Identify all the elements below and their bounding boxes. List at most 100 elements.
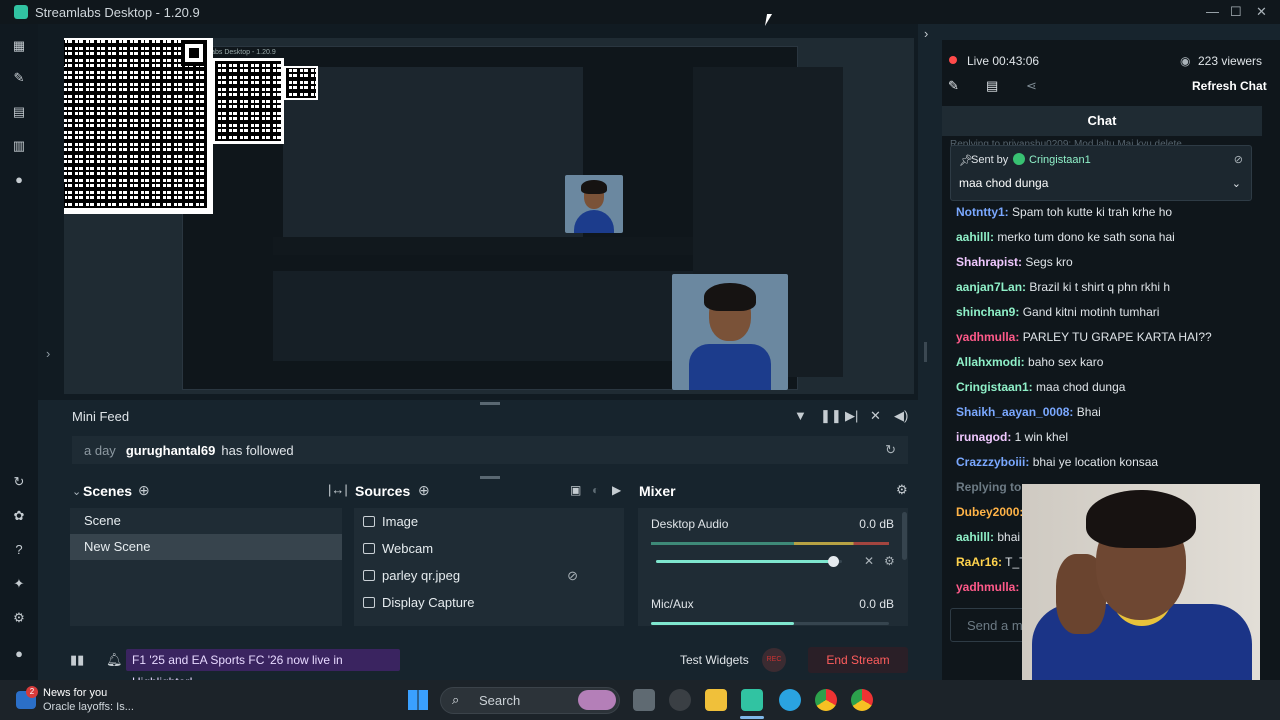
refresh-chat-button[interactable]: Refresh Chat — [1192, 79, 1267, 93]
stream-preview[interactable]: Streamlabs Desktop - 1.20.9 — [64, 38, 914, 394]
chat-username[interactable]: Dubey2000: — [956, 505, 1023, 519]
qr-code-image-3 — [284, 66, 318, 100]
scene-transitions-icon[interactable]: |↔| — [328, 482, 348, 497]
alert-box-icon[interactable]: ✿ — [11, 508, 27, 524]
mixer-settings-icon[interactable]: ⚙ — [896, 482, 908, 498]
chrome-profile-icon[interactable] — [851, 689, 873, 711]
source-item[interactable]: Image — [354, 508, 624, 535]
chat-username[interactable]: yadhmulla: — [956, 330, 1019, 344]
source-item[interactable]: Webcam — [354, 535, 624, 562]
highlighter-icon[interactable]: ↻ — [11, 474, 27, 490]
search-highlight-icon — [578, 690, 616, 710]
feed-action: has followed — [221, 442, 294, 458]
chat-username[interactable]: Crazzzyboiii: — [956, 455, 1029, 469]
maximize-icon[interactable]: ☐ — [1230, 4, 1242, 20]
rec-button[interactable]: REC — [762, 648, 786, 672]
resize-handle-horizontal[interactable] — [480, 402, 500, 405]
edit-stream-icon[interactable]: ✎ — [948, 78, 959, 94]
pause-icon[interactable]: ❚❚ — [820, 408, 842, 424]
app-icon[interactable] — [669, 689, 691, 711]
collapse-scenes-icon[interactable]: ⌄ — [72, 485, 81, 498]
volume-icon[interactable]: ◀) — [894, 408, 908, 424]
add-scene-icon[interactable]: ⊕ — [138, 482, 150, 499]
chat-username[interactable]: yadhmulla: — [956, 580, 1019, 594]
chevron-right-icon[interactable]: › — [46, 346, 50, 361]
performance-icon[interactable]: ▮▮ — [70, 652, 84, 668]
windows-start-icon[interactable] — [408, 690, 428, 710]
filter-icon[interactable]: ▼ — [794, 408, 807, 423]
chat-text: Gand kitni motinh tumhari — [1022, 305, 1160, 319]
close-icon[interactable]: ✕ — [1256, 4, 1267, 20]
source-properties-icon[interactable]: ▶ — [612, 483, 621, 497]
chat-username[interactable]: irunagod: — [956, 430, 1011, 444]
chat-username[interactable]: Cringistaan1: — [956, 380, 1033, 394]
pinned-message[interactable]: 📌︎ Sent by Cringistaan1 ⊘ maa chod dunga… — [950, 145, 1252, 201]
share-icon[interactable]: ⋖ — [1026, 78, 1037, 94]
skip-icon[interactable]: ▶| — [845, 408, 858, 424]
collapse-chat-icon[interactable]: › — [924, 26, 928, 41]
scene-item-selected[interactable]: New Scene — [70, 534, 342, 560]
chat-username[interactable]: Shahrapist: — [956, 255, 1022, 269]
pinned-text: maa chod dunga — [959, 176, 1049, 190]
volume-slider-knob[interactable] — [828, 556, 839, 567]
chat-username[interactable]: RaAr16: — [956, 555, 1002, 569]
chat-username[interactable]: shinchan9: — [956, 305, 1019, 319]
chat-message: irunagod: 1 win khel — [950, 425, 1250, 450]
chat-message: Allahxmodi: baho sex karo — [950, 350, 1250, 375]
profile-icon[interactable]: ● — [11, 646, 27, 662]
mixer-scrollbar[interactable] — [902, 512, 907, 560]
add-source-icon[interactable]: ⊕ — [418, 482, 430, 499]
news-subtitle[interactable]: Oracle layoffs: Is... — [43, 701, 134, 713]
group-icon[interactable]: ▣ — [570, 483, 581, 497]
mute-alerts-icon[interactable]: ✕ — [870, 408, 881, 424]
visibility-hidden-icon[interactable]: ⊘ — [567, 562, 578, 589]
scene-item[interactable]: Scene — [70, 508, 342, 534]
remove-source-icon[interactable]: ◐ — [592, 483, 599, 497]
source-item[interactable]: Display Capture — [354, 589, 624, 616]
news-title[interactable]: News for you — [43, 687, 107, 699]
settings-icon[interactable]: ⚙ — [11, 610, 27, 626]
channel-name: Desktop Audio — [651, 517, 729, 531]
notification-bell-icon[interactable]: 🔔︎ — [106, 652, 123, 668]
themes-icon[interactable]: ✎ — [11, 70, 27, 86]
resize-handle-horizontal-2[interactable] — [480, 476, 500, 479]
chat-text: Bhai — [1076, 405, 1101, 419]
ai-icon[interactable]: ✦ — [11, 576, 27, 592]
chat-text: Segs kro — [1025, 255, 1073, 269]
task-view-icon[interactable] — [633, 689, 655, 711]
recordings-icon[interactable]: ● — [11, 172, 27, 188]
resize-handle[interactable] — [924, 342, 927, 362]
unpin-icon[interactable]: ⊘ — [1234, 153, 1243, 166]
chat-username[interactable]: aanjan7Lan: — [956, 280, 1026, 294]
streamlabs-taskbar-icon[interactable] — [741, 689, 763, 711]
expand-chevron-icon[interactable]: ⌄ — [1232, 177, 1241, 190]
chat-username[interactable]: aahilll: — [956, 530, 994, 544]
chat-username[interactable]: Shaikh_aayan_0008: — [956, 405, 1073, 419]
feed-user[interactable]: gurughantal69 — [126, 443, 216, 458]
mute-icon[interactable]: ✕ — [864, 554, 874, 568]
webcam-icon — [363, 543, 375, 554]
test-widgets-button[interactable]: Test Widgets — [680, 653, 749, 667]
editor-icon[interactable]: ▦ — [11, 38, 27, 54]
refresh-icon[interactable]: ↻ — [885, 442, 896, 458]
chrome-icon[interactable] — [815, 689, 837, 711]
dashboard-icon[interactable]: ▥ — [11, 138, 27, 154]
channel-settings-icon[interactable]: ⚙ — [884, 554, 895, 568]
highlighter-banner[interactable]: F1 '25 and EA Sports FC '26 now live in … — [126, 649, 400, 689]
image-icon — [363, 570, 375, 581]
minimize-icon[interactable]: — — [1206, 4, 1219, 19]
source-label: Display Capture — [382, 595, 475, 610]
chat-username[interactable]: Replying to — [956, 480, 1021, 494]
telegram-icon[interactable] — [779, 689, 801, 711]
end-stream-button[interactable]: End Stream — [808, 647, 908, 673]
chat-username[interactable]: aahilll: — [956, 230, 994, 244]
chat-username[interactable]: Allahxmodi: — [956, 355, 1025, 369]
source-item[interactable]: parley qr.jpeg ⊘ — [354, 562, 624, 589]
store-icon[interactable]: ▤ — [11, 104, 27, 120]
deck-icon[interactable]: ▤ — [986, 78, 998, 94]
chat-username[interactable]: Notntty1: — [956, 205, 1009, 219]
file-explorer-icon[interactable] — [705, 689, 727, 711]
help-icon[interactable]: ? — [11, 542, 27, 558]
mic-level-fill — [651, 622, 794, 625]
chat-text: bhai ye location konsaa — [1032, 455, 1159, 469]
